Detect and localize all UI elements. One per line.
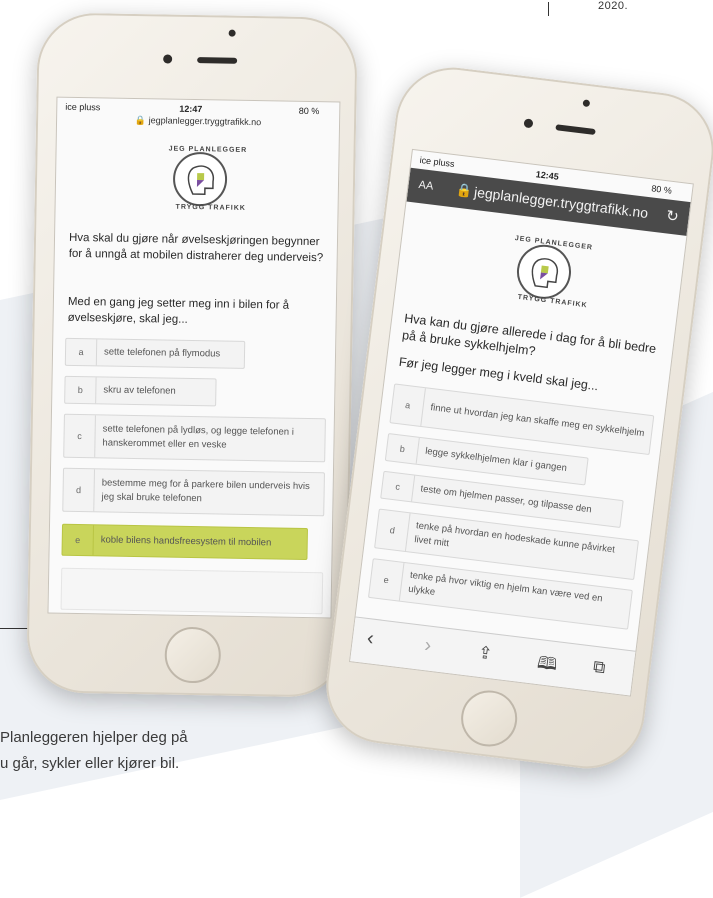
- app-logo: [172, 151, 228, 207]
- reload-icon[interactable]: ↻: [665, 206, 680, 225]
- option-text: tenke på hvor viktig en hjelm kan være v…: [407, 569, 604, 605]
- option-text: legge sykkelhjelmen klar i gangen: [424, 445, 568, 475]
- tabs-icon[interactable]: ⧉: [592, 657, 606, 678]
- option-key: e: [62, 524, 95, 556]
- option-d[interactable]: d bestemme meg for å parkere bilen under…: [62, 467, 325, 517]
- phone-left: ice pluss 12:47 80 % 🔒 jegplanlegger.try…: [26, 12, 358, 698]
- url-text: jegplanlegger.tryggtrafikk.no: [148, 115, 262, 128]
- home-button[interactable]: [457, 687, 521, 750]
- option-b[interactable]: b skru av telefonen: [64, 375, 217, 407]
- option-text: teste om hjelmen passer, og tilpasse den: [419, 483, 593, 516]
- lock-icon: 🔒: [455, 181, 474, 199]
- status-time: 12:45: [535, 169, 560, 182]
- bookmarks-icon[interactable]: 🕮: [535, 650, 558, 681]
- option-text: sette telefonen på lydløs, og legge tele…: [102, 423, 294, 451]
- option-text: skru av telefonen: [103, 384, 176, 397]
- head-icon: [531, 258, 559, 289]
- head-icon: [187, 165, 215, 195]
- option-next[interactable]: [60, 567, 324, 615]
- option-c[interactable]: c sette telefonen på lydløs, og legge te…: [63, 413, 326, 463]
- prompt-text: Med en gang jeg setter meg inn i bilen f…: [67, 295, 290, 326]
- option-e[interactable]: e koble bilens handsfreesystem til mobil…: [61, 523, 308, 561]
- battery-label: 80 %: [650, 183, 673, 196]
- safari-toolbar: ‹ › ⇪ 🕮 ⧉: [350, 616, 636, 696]
- text-size-button[interactable]: AA: [418, 179, 434, 193]
- home-button[interactable]: [164, 626, 222, 684]
- phone-right-screen: ice pluss 12:45 80 % AA 🔒 jegplanlegger.…: [348, 148, 694, 697]
- option-text: koble bilens handsfreesystem til mobilen: [100, 534, 272, 549]
- lock-icon: 🔒: [134, 114, 147, 126]
- option-key: c: [64, 414, 96, 458]
- option-key: b: [385, 434, 420, 464]
- question-text: Hva skal du gjøre når øvelseskjøringen b…: [68, 231, 324, 265]
- app-logo: [513, 241, 575, 302]
- phone-left-screen: ice pluss 12:47 80 % 🔒 jegplanlegger.try…: [47, 96, 341, 619]
- option-key: c: [381, 471, 416, 502]
- share-icon[interactable]: ⇪: [477, 643, 493, 665]
- battery-label: 80 %: [298, 105, 320, 117]
- sensor: [228, 29, 236, 37]
- option-key: b: [65, 376, 97, 404]
- option-key: a: [65, 338, 98, 366]
- carrier: ice pluss: [419, 154, 456, 170]
- earpiece-speaker: [197, 57, 238, 64]
- option-key: d: [375, 509, 411, 552]
- front-camera: [523, 118, 534, 129]
- option-text: sette telefonen på flymodus: [103, 346, 221, 360]
- sensor: [582, 99, 591, 108]
- earpiece-speaker: [555, 124, 596, 136]
- front-camera: [163, 54, 173, 64]
- option-text: bestemme meg for å parkere bilen underve…: [101, 477, 310, 505]
- logo-text-bottom: TRYGG TRAFIKK: [175, 203, 246, 212]
- year-divider: [548, 2, 549, 16]
- option-key: d: [63, 468, 95, 512]
- carrier: ice pluss: [65, 101, 101, 113]
- option-key: e: [369, 559, 405, 601]
- status-time: 12:47: [179, 103, 203, 115]
- forward-icon[interactable]: ›: [423, 634, 432, 658]
- caption-line-2: u går, sykler eller kjører bil.: [0, 755, 180, 772]
- option-text: finne ut hvordan jeg kan skaffe meg en s…: [429, 402, 645, 440]
- option-key: a: [390, 384, 426, 427]
- option-a[interactable]: a sette telefonen på flymodus: [64, 337, 246, 369]
- year-label: 2020.: [598, 0, 629, 12]
- caption-line-1: Planleggeren hjelper deg på: [0, 729, 188, 746]
- back-icon[interactable]: ‹: [366, 627, 375, 651]
- logo-text-top: JEG PLANLEGGER: [168, 145, 248, 154]
- option-text: tenke på hvordan en hodeskade kunne påvi…: [413, 520, 616, 556]
